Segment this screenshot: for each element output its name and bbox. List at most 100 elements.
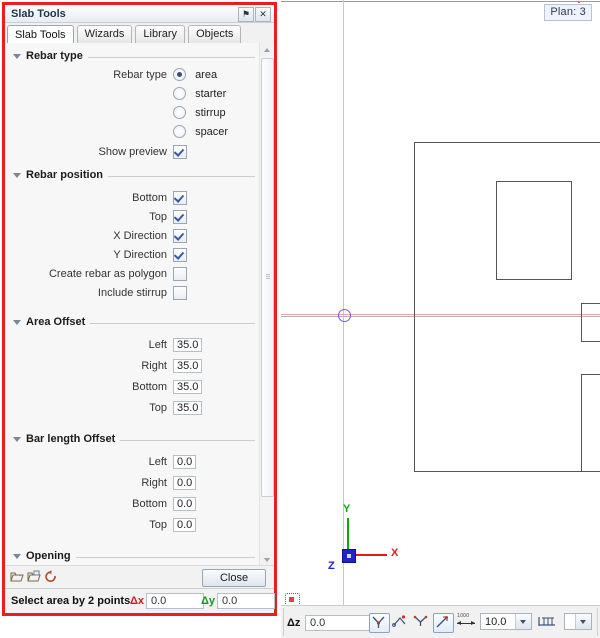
- snap-endpoint-icon[interactable]: [412, 613, 431, 631]
- group-header-opening[interactable]: Opening: [5, 549, 263, 565]
- panel-titlebar: Slab Tools ⚑ ✕: [5, 5, 274, 23]
- group-header-area-offset[interactable]: Area Offset: [5, 315, 263, 331]
- row-area-offset-left: Left 35.0: [5, 337, 263, 357]
- chevron-down-icon[interactable]: [13, 437, 21, 442]
- chevron-down-icon[interactable]: [13, 54, 21, 59]
- checkbox-show-preview[interactable]: [173, 145, 187, 159]
- group-header-rebar-position[interactable]: Rebar position: [5, 168, 263, 184]
- label-bar-length-left: Left: [148, 456, 167, 468]
- group-header-rebar-type[interactable]: Rebar type: [5, 49, 263, 65]
- group-title-area-offset: Area Offset: [26, 316, 91, 328]
- checkbox-y-direction[interactable]: [173, 248, 187, 262]
- checkbox-x-direction[interactable]: [173, 229, 187, 243]
- snap-intersection-icon[interactable]: [369, 613, 390, 633]
- input-bar-length-left[interactable]: 0.0: [173, 455, 197, 469]
- pin-icon[interactable]: ⚑: [238, 7, 254, 22]
- close-icon[interactable]: ✕: [255, 7, 271, 22]
- radio-starter[interactable]: [173, 87, 186, 100]
- row-include-stirrup: Include stirrup: [5, 285, 263, 303]
- input-bar-length-right[interactable]: 0.0: [173, 476, 197, 490]
- snap-midpoint-icon[interactable]: [391, 613, 410, 631]
- gizmo-x-label: X: [391, 547, 399, 559]
- row-create-rebar-as-polygon: Create rebar as polygon: [5, 266, 263, 284]
- group-title-bar-length-offset: Bar length Offset: [26, 433, 121, 445]
- open-folder-icon[interactable]: [10, 570, 24, 584]
- plan-label[interactable]: Plan: 3: [544, 4, 592, 21]
- row-show-preview: Show preview: [5, 144, 263, 162]
- chevron-down-icon[interactable]: [575, 614, 591, 629]
- input-area-offset-top[interactable]: 35.0: [173, 401, 203, 415]
- status-separator-right: [597, 608, 598, 636]
- row-rebar-type-starter: starter: [5, 86, 263, 104]
- row-bar-length-bottom: Bottom 0.0: [5, 496, 263, 516]
- checkbox-create-rebar-as-polygon[interactable]: [173, 267, 187, 281]
- input-area-offset-bottom[interactable]: 35.0: [173, 380, 203, 394]
- row-area-offset-right: Right 35.0: [5, 358, 263, 378]
- input-area-offset-left[interactable]: 35.0: [173, 338, 203, 352]
- wall-notch-upper-top: [581, 303, 600, 304]
- label-include-stirrup: Include stirrup: [97, 287, 167, 299]
- panel-tabs: Slab Tools Wizards Library Objects Issue…: [5, 23, 274, 64]
- gizmo-origin-handle[interactable]: [342, 549, 356, 563]
- axis-gizmo: Y X Z: [321, 500, 411, 575]
- canvas-top-border: [281, 1, 600, 2]
- tab-objects[interactable]: Objects: [188, 25, 242, 43]
- slab-edge-top: [414, 142, 600, 143]
- row-y-direction: Y Direction: [5, 247, 263, 265]
- row-x-direction: X Direction: [5, 228, 263, 246]
- delta-y-input[interactable]: 0.0: [217, 593, 275, 609]
- checkbox-bottom[interactable]: [173, 191, 187, 205]
- tab-wizards[interactable]: Wizards: [76, 25, 133, 43]
- delta-x-input[interactable]: 0.0: [146, 593, 204, 609]
- radio-stirrup[interactable]: [173, 106, 186, 119]
- opening-rect-right: [571, 181, 572, 280]
- scroll-up-icon[interactable]: [260, 43, 273, 56]
- wall-notch-lower-left: [581, 374, 582, 472]
- radio-label-spacer: spacer: [195, 125, 229, 138]
- horizontal-reference-line: [281, 316, 600, 317]
- row-bottom: Bottom: [5, 190, 263, 208]
- group-title-rebar-position: Rebar position: [26, 169, 109, 181]
- snap-point-icon[interactable]: [433, 613, 454, 633]
- chevron-down-icon[interactable]: [515, 614, 531, 629]
- wall-notch-upper-left: [581, 303, 582, 342]
- snap-grid-icon[interactable]: [537, 614, 557, 629]
- opening-rect-bottom: [496, 279, 572, 280]
- length-measure-icon: 1000: [457, 613, 475, 629]
- label-create-rebar-as-polygon: Create rebar as polygon: [48, 268, 167, 280]
- radio-label-stirrup: stirrup: [195, 106, 226, 119]
- label-rebar-type: Rebar type: [113, 69, 167, 81]
- tab-library[interactable]: Library: [135, 25, 186, 43]
- input-bar-length-top[interactable]: 0.0: [173, 518, 197, 532]
- input-bar-length-bottom[interactable]: 0.0: [173, 497, 197, 511]
- radio-area[interactable]: [173, 68, 186, 81]
- scrollbar-thumb[interactable]: [261, 58, 274, 497]
- application-status-bar: Δz 0.0 1000 10.0: [281, 605, 600, 638]
- snap-mode-combo[interactable]: [564, 613, 592, 630]
- status-message: Select area by 2 points: [11, 595, 131, 607]
- save-as-icon[interactable]: [27, 570, 41, 584]
- drawing-canvas[interactable]: Plan: 3 Y X Z: [281, 0, 600, 605]
- tab-slab-tools[interactable]: Slab Tools: [7, 25, 74, 44]
- input-area-offset-right[interactable]: 35.0: [173, 359, 203, 373]
- chevron-down-icon[interactable]: [13, 173, 21, 178]
- panel-scrollbar[interactable]: [259, 43, 274, 566]
- x-axis-line: [281, 314, 600, 315]
- chevron-down-icon[interactable]: [13, 320, 21, 325]
- checkbox-include-stirrup[interactable]: [173, 286, 187, 300]
- radio-spacer[interactable]: [173, 125, 186, 138]
- plan-marker-dot: [578, 1, 580, 3]
- delta-z-input[interactable]: 0.0: [305, 615, 373, 631]
- group-header-bar-length-offset[interactable]: Bar length Offset: [5, 432, 263, 448]
- close-button[interactable]: Close: [202, 569, 266, 587]
- row-area-offset-bottom: Bottom 35.0: [5, 379, 263, 399]
- label-bottom: Bottom: [132, 192, 167, 204]
- delta-x-label: Δx: [130, 595, 145, 607]
- slab-edge-left: [414, 142, 415, 472]
- checkbox-top[interactable]: [173, 210, 187, 224]
- length-value-combo[interactable]: 10.0: [480, 613, 532, 630]
- delta-z-label: Δz: [287, 617, 301, 629]
- row-bar-length-top: Top 0.0: [5, 517, 263, 537]
- reset-icon[interactable]: [44, 570, 58, 584]
- chevron-down-icon[interactable]: [13, 554, 21, 559]
